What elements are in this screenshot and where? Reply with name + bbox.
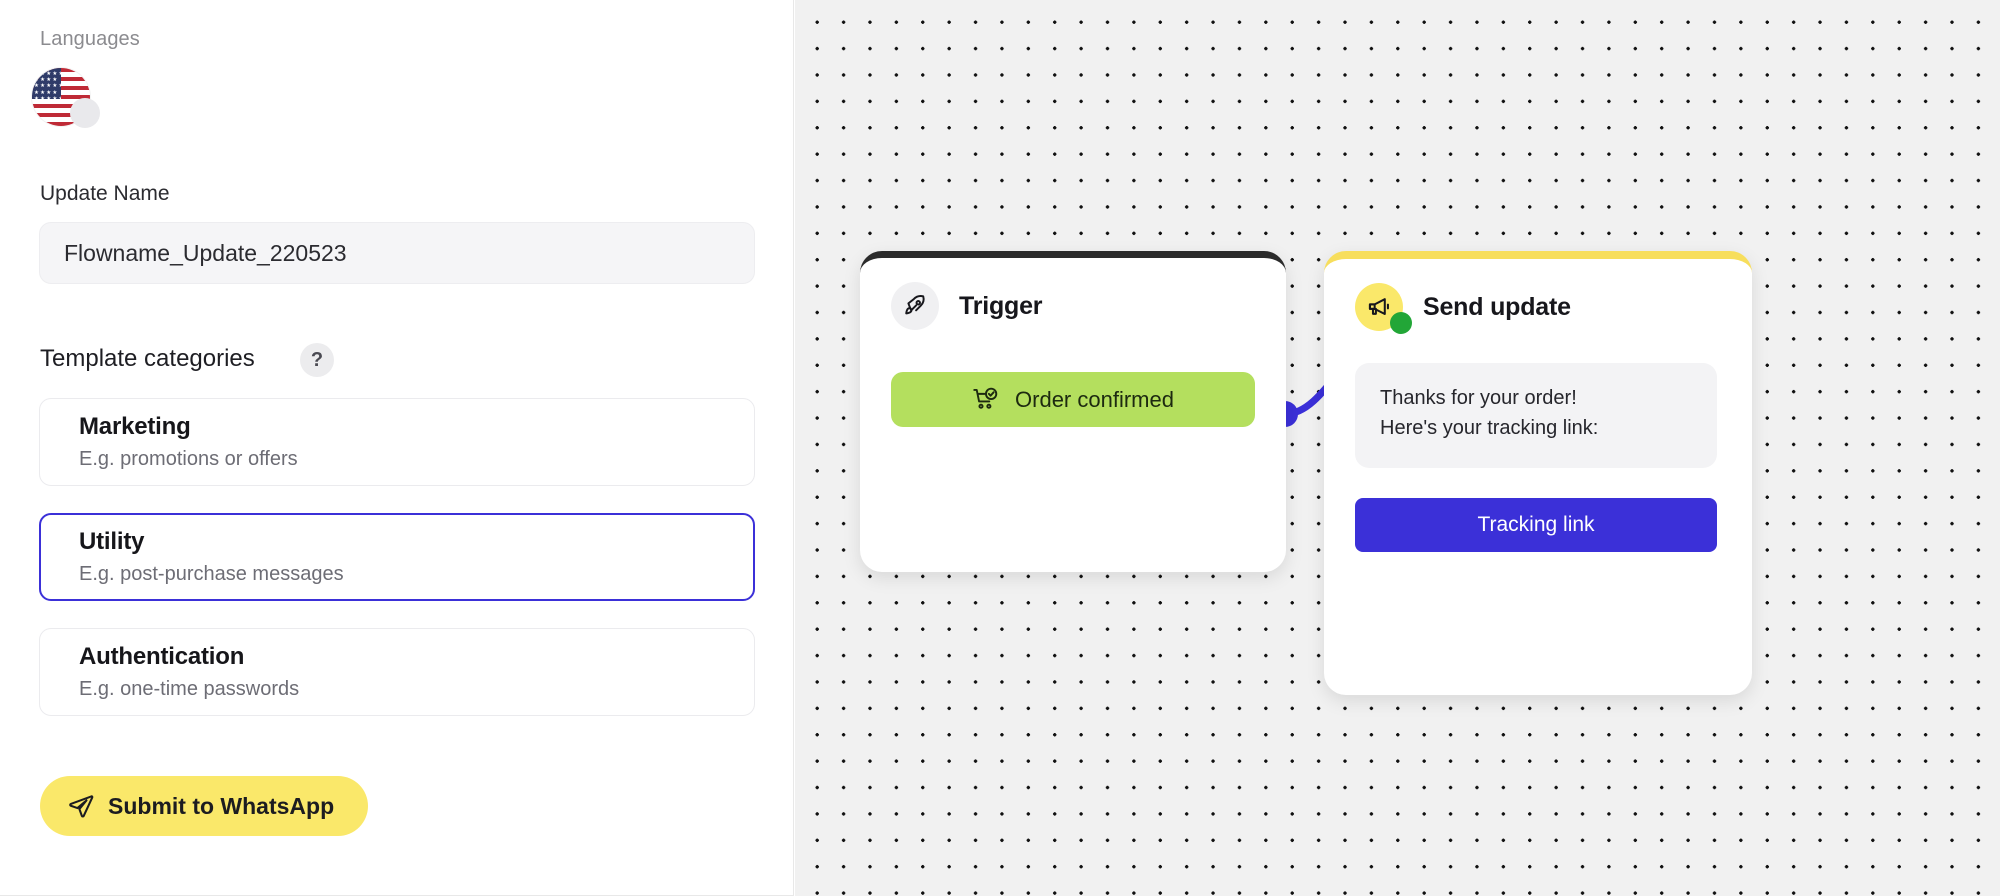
template-categories-label: Template categories [40,345,255,372]
message-line: Here's your tracking link: [1380,417,1599,439]
flow-canvas[interactable]: Trigger Order confirmed Send update Than… [795,0,2000,896]
languages-label: Languages [40,28,140,50]
megaphone-icon [1355,283,1412,334]
message-preview-bubble: Thanks for your order! Here's your track… [1355,363,1717,468]
add-language-circle-icon[interactable] [70,98,100,128]
message-line: Thanks for your order! [1380,387,1577,409]
trigger-action-order-confirmed[interactable]: Order confirmed [891,372,1255,427]
node-send-title: Send update [1423,292,1571,321]
category-title: Authentication [79,643,245,670]
category-title: Marketing [79,413,191,440]
node-send-update[interactable]: Send update Thanks for your order! Here'… [1324,251,1752,695]
submit-button-label: Submit to WhatsApp [108,792,335,819]
trigger-action-label: Order confirmed [1015,386,1174,412]
update-name-input[interactable] [39,222,755,284]
category-card-authentication[interactable]: Authentication E.g. one-time passwords [39,628,755,716]
node-trigger-title: Trigger [959,291,1043,320]
category-title: Utility [79,528,145,555]
template-category-list: Marketing E.g. promotions or offers Util… [39,398,755,743]
node-trigger[interactable]: Trigger Order confirmed [860,251,1286,572]
status-dot-active [1390,312,1412,334]
update-name-label: Update Name [40,182,170,205]
rocket-icon [891,282,939,330]
node-send-header: Send update [1324,259,1752,334]
settings-panel: Languages ★★★★★★★★★★★★★★★★★★★★★★★ Update… [0,0,794,896]
node-trigger-header: Trigger [860,258,1286,330]
category-card-utility[interactable]: Utility E.g. post-purchase messages [39,513,755,601]
tracking-link-button[interactable]: Tracking link [1355,498,1717,552]
help-icon[interactable]: ? [300,343,334,377]
category-subtitle: E.g. post-purchase messages [79,563,344,585]
cart-check-icon [972,386,999,413]
category-card-marketing[interactable]: Marketing E.g. promotions or offers [39,398,755,486]
languages-selector[interactable]: ★★★★★★★★★★★★★★★★★★★★★★★ [32,68,152,130]
category-subtitle: E.g. one-time passwords [79,678,300,700]
send-plane-icon [68,793,94,819]
flag-stars: ★★★★★★★★★★★★★★★★★★★★★★★ [34,71,61,100]
category-subtitle: E.g. promotions or offers [79,448,298,470]
submit-to-whatsapp-button[interactable]: Submit to WhatsApp [40,776,369,836]
